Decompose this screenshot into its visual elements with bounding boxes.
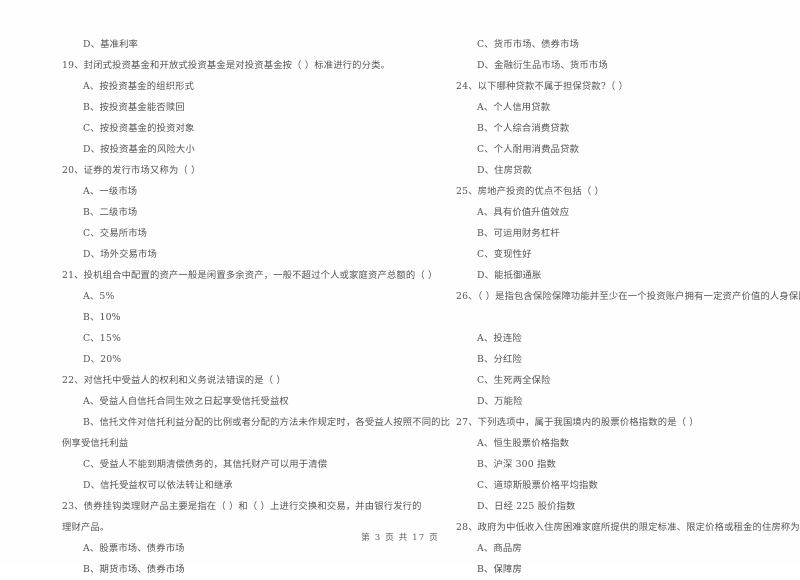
question-option: C、货币市场、债券市场 (477, 39, 580, 50)
right-column: C、货币市场、债券市场 D、金融衍生品市场、货币市场 24、以下哪种贷款不属于担保贷… (400, 34, 800, 580)
question-option: C、道琼斯股票价格平均指数 (477, 480, 599, 491)
left-column: D、基准利率 19、封闭式投资基金和开放式投资基金是对投资基金按（ ）标准进行的分… (0, 34, 451, 580)
question-option: A、恒生股票价格指数 (477, 438, 570, 449)
question-option: B、个人综合消费贷款 (477, 123, 570, 134)
question-option: B、按投资基金能否赎回 (83, 102, 185, 113)
question-option: D、金融衍生品市场、货币市场 (477, 60, 608, 71)
question-stem: 26、（ ）是指包含保险保障功能并至少在一个投资账户拥有一定资产价值的人身保险产… (456, 291, 800, 302)
question-option: D、20% (83, 354, 122, 365)
question-option: D、场外交易市场 (83, 249, 157, 260)
question-option: B、10% (83, 312, 121, 323)
question-option: C、交易所市场 (83, 228, 148, 239)
question-stem: 21、投机组合中配置的资产一般是闲置多余资产，一般不超过个人或家庭资产总额的（ … (62, 270, 438, 281)
question-option: A、按投资基金的组织形式 (83, 81, 195, 92)
question-option: B、期货市场、债券市场 (83, 564, 185, 575)
question-stem: 22、对信托中受益人的权利和义务说法错误的是（ ） (62, 375, 286, 386)
question-option: D、万能险 (477, 396, 523, 407)
question-option: A、受益人自信托合同生效之日起享受信托受益权 (83, 396, 289, 407)
question-stem: 24、以下哪种贷款不属于担保贷款?（ ） (456, 81, 629, 92)
question-option: B、保障房 (477, 564, 522, 575)
question-option: D、日经 225 股价指数 (477, 501, 576, 512)
question-option: D、能抵御通胀 (477, 270, 542, 281)
wrapped-text-line: 例享受信托利益 (62, 438, 129, 449)
question-option: D、按投资基金的风险大小 (83, 144, 195, 155)
two-column-layout: D、基准利率 19、封闭式投资基金和开放式投资基金是对投资基金按（ ）标准进行的分… (0, 34, 800, 580)
question-option: D、基准利率 (83, 39, 139, 50)
exam-page: D、基准利率 19、封闭式投资基金和开放式投资基金是对投资基金按（ ）标准进行的分… (0, 0, 800, 575)
question-stem: 27、下列选项中，属于我国境内的股票价格指数的是（ ） (456, 417, 699, 428)
question-option: A、具有价值升值效应 (477, 207, 570, 218)
question-option: C、变现性好 (477, 249, 532, 260)
question-stem: 20、证券的发行市场又称为（ ） (62, 165, 201, 176)
question-option: A、一级市场 (83, 186, 138, 197)
question-option: A、个人信用贷款 (477, 102, 551, 113)
question-option: A、投连险 (477, 333, 522, 344)
question-stem: 23、债券挂钩类理财产品主要是指在（ ）和（ ）上进行交换和交易，并由银行发行的 (62, 501, 422, 512)
question-option: C、个人耐用消费品贷款 (477, 144, 580, 155)
question-option: C、生死两全保险 (477, 375, 551, 386)
question-option: B、信托文件对信托利益分配的比例或者分配的方法未作规定时，各受益人按照不同的比 (83, 417, 451, 428)
question-option: D、住房贷款 (477, 165, 533, 176)
question-stem: 19、封闭式投资基金和开放式投资基金是对投资基金按（ ）标准进行的分类。 (62, 60, 391, 71)
question-option: C、15% (83, 333, 121, 344)
question-option: A、5% (83, 291, 115, 302)
question-option: B、二级市场 (83, 207, 138, 218)
page-footer: 第 3 页 共 17 页 (361, 533, 439, 543)
question-stem: 25、房地产投资的优点不包括（ ） (456, 186, 605, 197)
question-option: B、分红险 (477, 354, 522, 365)
question-option: C、受益人不能到期清偿债务的，其信托财产可以用于清偿 (83, 459, 328, 470)
question-option: C、按投资基金的投资对象 (83, 123, 195, 134)
question-option: B、可运用财务杠杆 (477, 228, 560, 239)
question-option: D、信托受益权可以依法转让和继承 (83, 480, 233, 491)
question-option: B、沪深 300 指数 (477, 459, 556, 470)
